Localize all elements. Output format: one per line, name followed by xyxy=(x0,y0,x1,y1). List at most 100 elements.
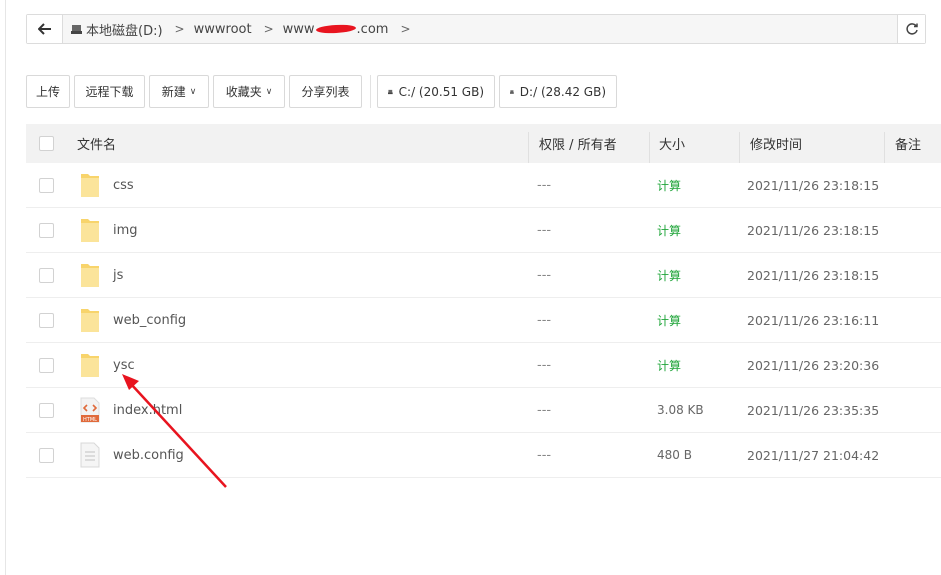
breadcrumb-item-wwwroot[interactable]: wwwroot > xyxy=(194,22,283,37)
folder-icon xyxy=(80,298,100,342)
new-dropdown-button[interactable]: 新建 ∨ xyxy=(149,75,209,108)
calculate-size-link[interactable]: 计算 xyxy=(657,163,681,207)
arrow-left-icon xyxy=(37,23,51,35)
svg-text:HTML: HTML xyxy=(83,417,97,423)
favorites-dropdown-button[interactable]: 收藏夹 ∨ xyxy=(213,75,285,108)
hard-drive-icon xyxy=(71,24,82,34)
calculate-size-link[interactable]: 计算 xyxy=(657,208,681,252)
hard-drive-icon xyxy=(510,89,514,94)
table-row[interactable]: js --- 计算 2021/11/26 23:18:15 xyxy=(26,253,941,298)
permission-owner[interactable]: --- xyxy=(537,388,551,432)
share-list-button[interactable]: 分享列表 xyxy=(289,75,362,108)
folder-icon xyxy=(80,163,100,207)
folder-icon xyxy=(80,208,100,252)
upload-button[interactable]: 上传 xyxy=(26,75,70,108)
permission-owner[interactable]: --- xyxy=(537,343,551,387)
new-label: 新建 xyxy=(161,85,186,99)
file-table: 文件名 权限 / 所有者 大小 修改时间 备注 css --- 计算 2021/… xyxy=(26,124,941,478)
file-name-link[interactable]: img xyxy=(113,208,138,252)
row-checkbox[interactable] xyxy=(39,388,54,432)
table-row[interactable]: css --- 计算 2021/11/26 23:18:15 xyxy=(26,163,941,208)
row-checkbox[interactable] xyxy=(39,343,54,387)
breadcrumb-label-prefix: www xyxy=(282,21,315,37)
breadcrumb-label: 本地磁盘(D:) xyxy=(86,23,163,39)
text-file-icon xyxy=(80,433,100,477)
file-name-link[interactable]: css xyxy=(113,163,134,207)
chevron-down-icon: ∨ xyxy=(189,86,197,97)
column-divider xyxy=(649,132,650,163)
folder-icon xyxy=(80,253,100,297)
share-list-label: 分享列表 xyxy=(301,85,350,99)
table-row[interactable]: web_config --- 计算 2021/11/26 23:16:11 xyxy=(26,298,941,343)
table-row[interactable]: img --- 计算 2021/11/26 23:18:15 xyxy=(26,208,941,253)
select-all-checkbox[interactable] xyxy=(39,124,54,163)
breadcrumb-label-suffix: .com xyxy=(356,21,389,37)
hard-drive-icon xyxy=(388,89,393,94)
modified-time: 2021/11/26 23:35:35 xyxy=(747,402,880,418)
html-file-icon: HTML xyxy=(80,388,100,432)
chevron-right-icon: > xyxy=(263,22,274,36)
folder-icon xyxy=(80,343,100,387)
modified-time: 2021/11/26 23:18:15 xyxy=(747,177,880,193)
left-panel-border xyxy=(5,0,6,575)
permission-owner[interactable]: --- xyxy=(537,433,551,477)
file-name-link[interactable]: ysc xyxy=(113,343,135,387)
column-header-mtime[interactable]: 修改时间 xyxy=(750,124,802,163)
file-name-link[interactable]: web.config xyxy=(113,433,184,477)
file-name-link[interactable]: web_config xyxy=(113,298,186,342)
remote-download-button[interactable]: 远程下载 xyxy=(74,75,145,108)
drive-c-label: C:/ (20.51 GB) xyxy=(398,84,484,99)
table-row[interactable]: HTML index.html --- 3.08 KB 2021/11/26 2… xyxy=(26,388,941,433)
breadcrumb-item-site[interactable]: www .com > xyxy=(283,22,420,37)
toolbar-divider xyxy=(370,75,371,108)
table-row[interactable]: web.config --- 480 B 2021/11/27 21:04:42 xyxy=(26,433,941,478)
file-name-link[interactable]: js xyxy=(113,253,123,297)
permission-owner[interactable]: --- xyxy=(537,253,551,297)
row-checkbox[interactable] xyxy=(39,433,54,477)
row-checkbox[interactable] xyxy=(39,253,54,297)
breadcrumb-label: wwwroot xyxy=(193,21,252,37)
upload-label: 上传 xyxy=(36,85,61,99)
modified-time: 2021/11/26 23:20:36 xyxy=(747,357,880,373)
file-name-link[interactable]: index.html xyxy=(113,388,182,432)
chevron-right-icon: > xyxy=(174,22,185,36)
refresh-button[interactable] xyxy=(897,15,925,43)
chevron-down-icon: ∨ xyxy=(265,86,273,97)
column-header-note[interactable]: 备注 xyxy=(895,124,921,163)
chevron-right-icon: > xyxy=(400,22,411,36)
column-divider xyxy=(528,132,529,163)
remote-download-label: 远程下载 xyxy=(85,85,134,99)
table-row[interactable]: ysc --- 计算 2021/11/26 23:20:36 xyxy=(26,343,941,388)
calculate-size-link[interactable]: 计算 xyxy=(657,298,681,342)
calculate-size-link[interactable]: 计算 xyxy=(657,253,681,297)
redaction-mark xyxy=(315,23,356,35)
drive-c-button[interactable]: C:/ (20.51 GB) xyxy=(377,75,495,108)
drive-d-button[interactable]: D:/ (28.42 GB) xyxy=(499,75,617,108)
row-checkbox[interactable] xyxy=(39,163,54,207)
refresh-icon xyxy=(905,23,918,35)
column-divider xyxy=(739,132,740,163)
favorites-label: 收藏夹 xyxy=(225,85,262,99)
back-button[interactable] xyxy=(27,15,63,43)
modified-time: 2021/11/27 21:04:42 xyxy=(747,447,880,463)
permission-owner[interactable]: --- xyxy=(537,163,551,207)
file-size: 3.08 KB xyxy=(657,403,704,417)
file-size: 480 B xyxy=(657,448,692,462)
breadcrumb-item-drive[interactable]: 本地磁盘(D:) > xyxy=(71,20,194,39)
drive-d-label: D:/ (28.42 GB) xyxy=(519,84,606,99)
table-header: 文件名 权限 / 所有者 大小 修改时间 备注 xyxy=(26,124,941,163)
column-divider xyxy=(884,132,885,163)
modified-time: 2021/11/26 23:16:11 xyxy=(747,312,880,328)
toolbar: 上传 远程下载 新建 ∨ 收藏夹 ∨ 分享列表 C:/ (20.51 GB) D:/… xyxy=(26,75,621,108)
calculate-size-link[interactable]: 计算 xyxy=(657,343,681,387)
row-checkbox[interactable] xyxy=(39,298,54,342)
column-header-size[interactable]: 大小 xyxy=(659,124,685,163)
column-header-perm[interactable]: 权限 / 所有者 xyxy=(539,124,617,163)
column-header-name[interactable]: 文件名 xyxy=(77,124,116,163)
row-checkbox[interactable] xyxy=(39,208,54,252)
address-bar: 本地磁盘(D:) > wwwroot > www .com > xyxy=(26,14,926,44)
modified-time: 2021/11/26 23:18:15 xyxy=(747,267,880,283)
permission-owner[interactable]: --- xyxy=(537,298,551,342)
permission-owner[interactable]: --- xyxy=(537,208,551,252)
modified-time: 2021/11/26 23:18:15 xyxy=(747,222,880,238)
